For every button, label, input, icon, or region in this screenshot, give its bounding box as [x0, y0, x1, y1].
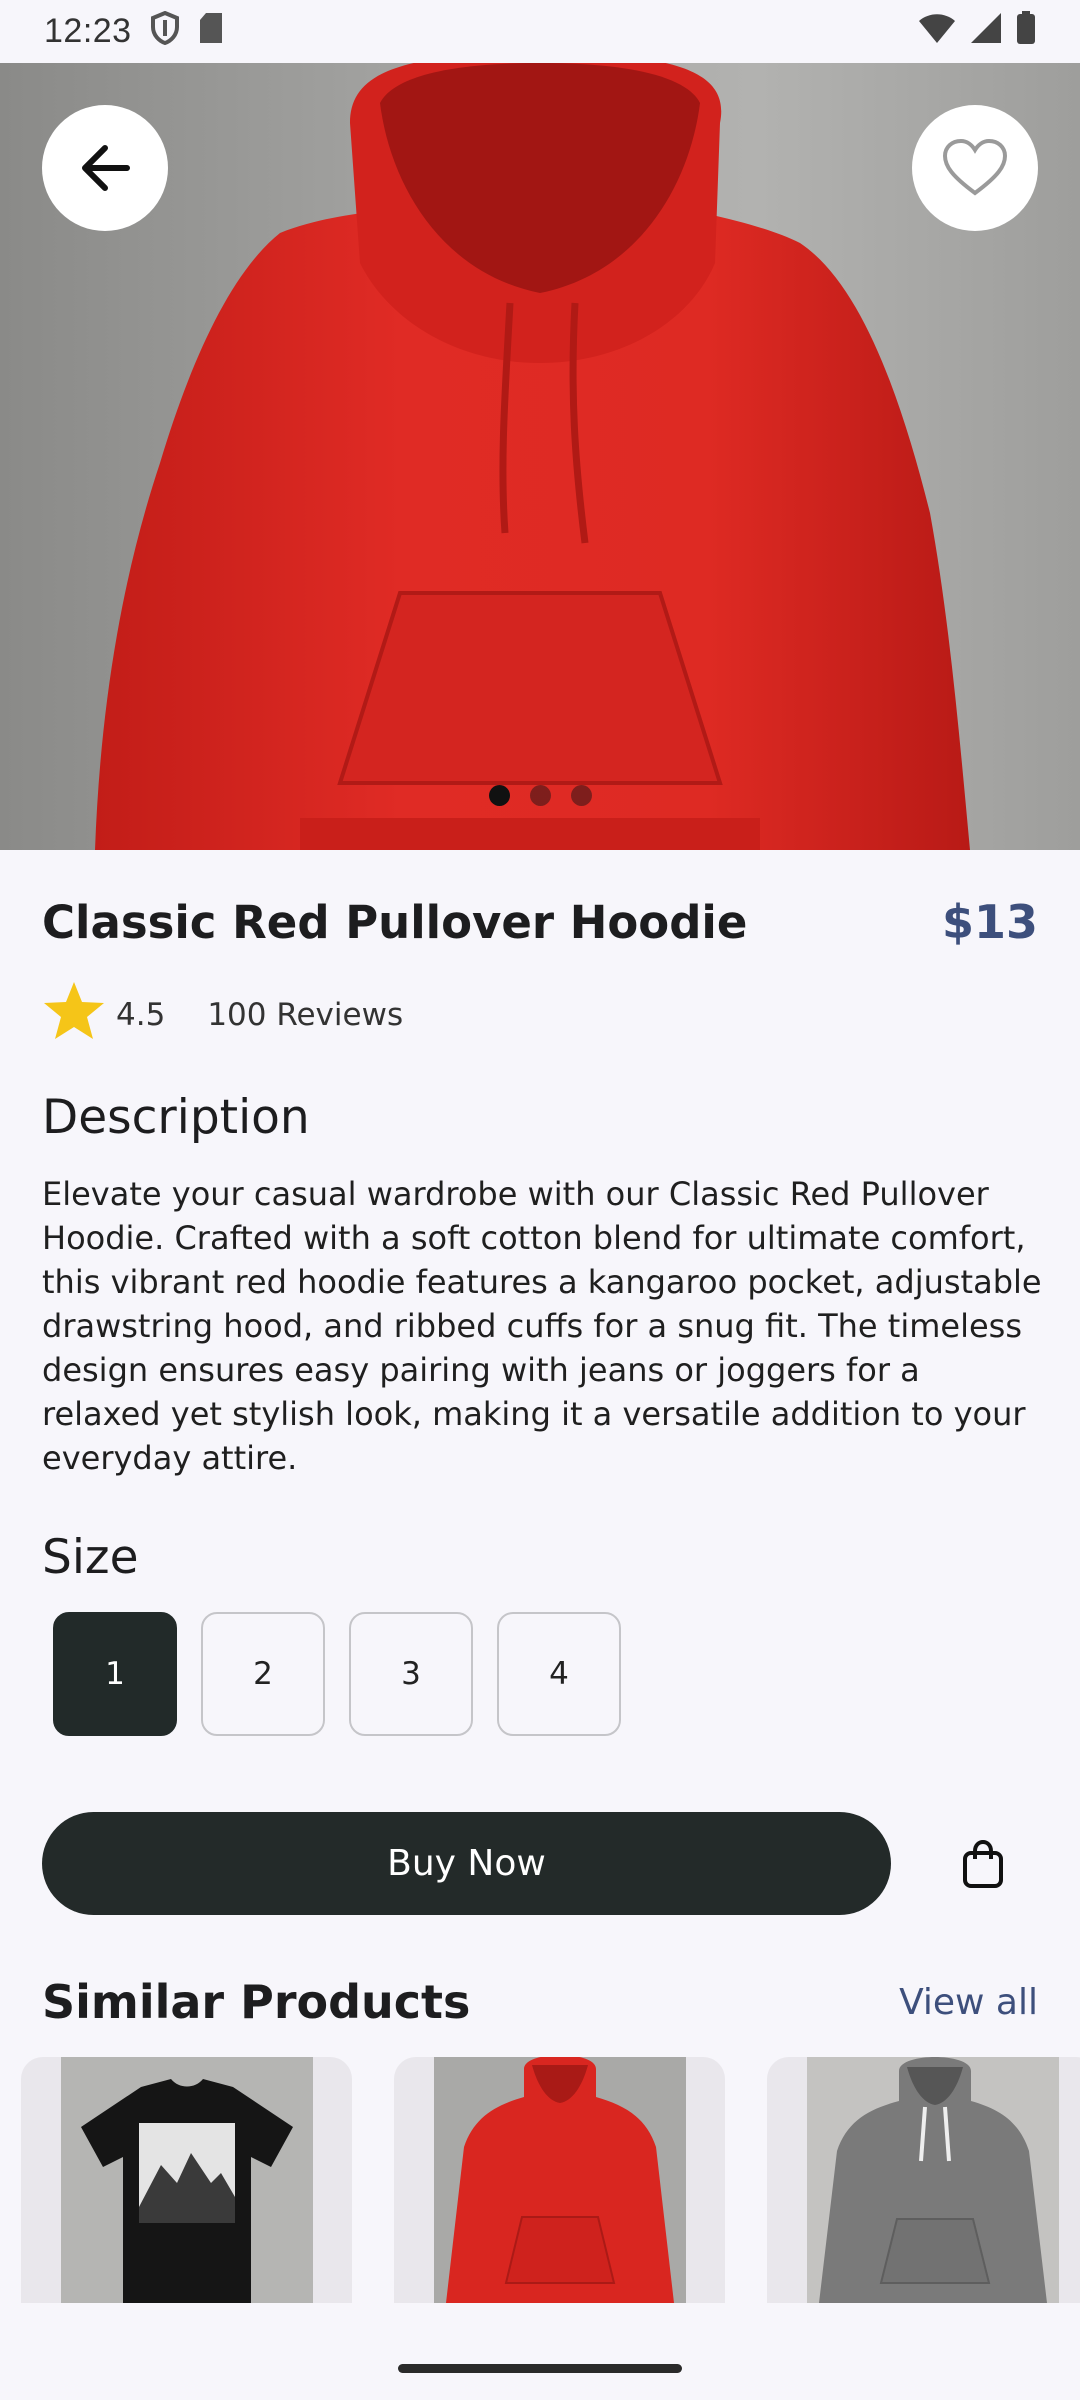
arrow-back-icon — [82, 145, 130, 191]
back-button[interactable] — [42, 105, 168, 231]
similar-product-card[interactable] — [767, 2057, 1080, 2303]
description-text: Elevate your casual wardrobe with our Cl… — [42, 1175, 1042, 1477]
carousel-dot[interactable] — [570, 785, 592, 806]
description-heading: Description — [42, 1090, 310, 1145]
home-indicator[interactable] — [398, 2364, 682, 2373]
carousel-dot[interactable] — [488, 785, 510, 806]
similar-products-header: Similar Products View all — [42, 1975, 1038, 2029]
product-header: Classic Red Pullover Hoodie $13 — [42, 895, 1038, 949]
status-bar: 12:23 — [0, 0, 1080, 63]
wifi-icon — [918, 12, 956, 52]
similar-products-title: Similar Products — [42, 1975, 471, 2029]
purchase-row: Buy Now — [42, 1812, 1042, 1915]
carousel-dot[interactable] — [529, 785, 551, 806]
carousel-dots — [0, 785, 1080, 806]
size-option-3[interactable]: 3 — [349, 1612, 473, 1736]
similar-product-card[interactable] — [394, 2057, 725, 2303]
gray-hoodie-image — [807, 2057, 1059, 2303]
status-time: 12:23 — [44, 12, 132, 50]
similar-products-list — [21, 2057, 1080, 2303]
size-option-1[interactable]: 1 — [53, 1612, 177, 1736]
add-to-cart-button[interactable] — [953, 1834, 1013, 1894]
reviews-count[interactable]: 100 Reviews — [207, 997, 403, 1033]
view-all-link[interactable]: View all — [899, 1982, 1038, 2023]
size-option-2[interactable]: 2 — [201, 1612, 325, 1736]
rating-row: 4.5 100 Reviews — [42, 980, 403, 1050]
size-selector: 1 2 3 4 — [53, 1612, 621, 1736]
similar-product-card[interactable] — [21, 2057, 352, 2303]
sd-card-icon — [198, 12, 224, 52]
black-mountain-tshirt-image — [61, 2057, 313, 2303]
red-hoodie-image — [434, 2057, 686, 2303]
size-heading: Size — [42, 1530, 139, 1585]
size-option-4[interactable]: 4 — [497, 1612, 621, 1736]
favorite-button[interactable] — [912, 105, 1038, 231]
signal-icon — [970, 12, 1002, 52]
battery-icon — [1016, 10, 1036, 53]
shield-icon — [150, 10, 180, 53]
star-icon — [42, 980, 106, 1050]
buy-now-button[interactable]: Buy Now — [42, 1812, 891, 1915]
product-title: Classic Red Pullover Hoodie — [42, 895, 748, 949]
rating-value: 4.5 — [116, 997, 166, 1033]
shopping-bag-icon — [963, 1839, 1003, 1888]
product-image-carousel[interactable] — [0, 63, 1080, 850]
heart-outline-icon — [942, 138, 1008, 196]
product-price: $13 — [941, 895, 1038, 949]
